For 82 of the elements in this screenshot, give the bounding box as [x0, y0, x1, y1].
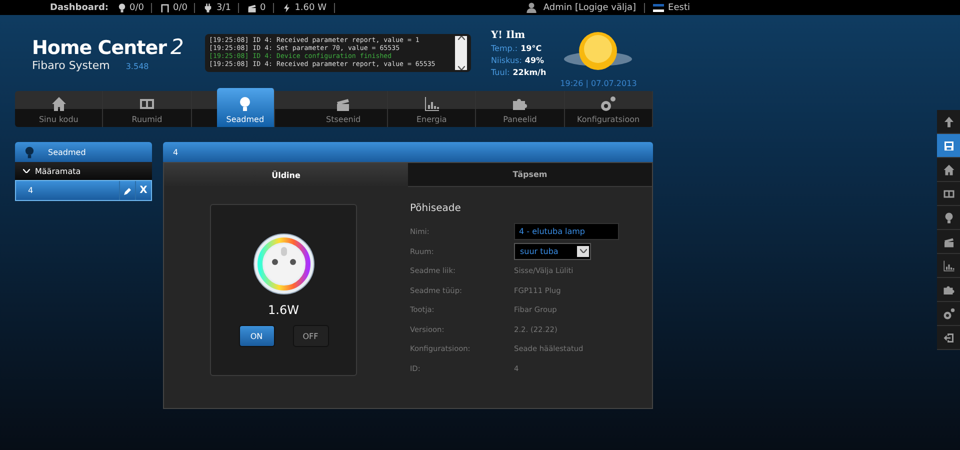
rooms-icon — [138, 96, 155, 112]
nav-tab[interactable]: Ruumid — [103, 91, 192, 127]
scene-icon — [942, 236, 954, 248]
home-icon — [942, 164, 954, 176]
name-field[interactable]: 4 - elutuba lamp — [514, 223, 619, 240]
weather-value: 19°C — [520, 44, 542, 52]
puzzle-icon — [512, 96, 528, 112]
weather-label: Niiskus: — [491, 56, 522, 64]
log-scrollbar[interactable] — [455, 36, 467, 70]
user-icon — [526, 2, 538, 13]
nav-tab[interactable]: Konfiguratsioon — [564, 91, 653, 127]
pencil-icon — [124, 186, 132, 194]
toolbar-button[interactable] — [937, 134, 960, 158]
weather-datetime: 19:26 | 07.07.2013 — [560, 78, 637, 88]
gears-icon — [942, 308, 954, 320]
blind-icon — [160, 2, 170, 12]
bulb-icon — [116, 2, 126, 12]
bolt-icon — [282, 2, 292, 12]
device-label: 4 — [27, 186, 34, 195]
home-icon — [50, 96, 67, 112]
wall-plug-drawing — [252, 231, 314, 297]
chevron-down-icon — [458, 66, 464, 70]
scene-icon — [335, 96, 352, 112]
nav-tab[interactable]: Seadmed — [216, 88, 275, 127]
version-text: 3.548 — [126, 62, 149, 70]
logo-subtitle: Fibaro System — [32, 58, 110, 72]
puzzle-icon — [942, 284, 954, 296]
weather-value: 49% — [524, 56, 544, 64]
stat-value: 0 — [260, 2, 266, 12]
delete-button[interactable]: X — [135, 181, 151, 200]
chevron-down-icon — [23, 169, 30, 173]
stat-value: 1.60 W — [294, 2, 326, 12]
power-reading: 1.6W — [268, 303, 299, 317]
room-dropdown[interactable]: suur tuba — [514, 242, 591, 260]
toolbar-button[interactable] — [937, 254, 960, 278]
plug-icon — [203, 2, 214, 12]
bulb-icon — [23, 146, 36, 158]
toolbar-button[interactable] — [937, 206, 960, 230]
toolbar-button[interactable] — [937, 302, 960, 326]
flag-icon — [653, 4, 664, 12]
logo-number: 2 — [170, 34, 184, 58]
toolbar-button[interactable] — [937, 110, 960, 134]
bulb-icon — [942, 212, 954, 224]
chart-icon — [942, 260, 954, 272]
nav-tab[interactable]: Stseenid — [300, 91, 388, 127]
toolbar-button[interactable] — [937, 158, 960, 182]
save-icon — [942, 140, 954, 152]
panel-title: 4 — [173, 148, 178, 156]
user-link[interactable]: Admin [Logige välja] — [543, 2, 636, 12]
exit-icon — [942, 332, 954, 344]
switch-button[interactable]: ON — [238, 325, 274, 347]
nav-tab[interactable]: Paneelid — [476, 91, 565, 127]
stat-value: 0/0 — [172, 2, 188, 12]
weather-label: Temp.: — [491, 44, 518, 52]
group-header[interactable]: Määramata — [15, 162, 152, 180]
gears-icon — [600, 96, 616, 112]
toolbar-button[interactable] — [937, 182, 960, 206]
toolbar-button[interactable] — [937, 230, 960, 254]
scene-icon — [246, 2, 257, 12]
stat-value: 3/1 — [216, 2, 231, 12]
chevron-up-icon — [458, 36, 464, 40]
weather-value: 22km/h — [512, 68, 546, 76]
language-link[interactable]: Eesti — [668, 2, 690, 12]
caret-icon — [577, 246, 589, 257]
panel-tab[interactable]: Täpsem — [408, 163, 652, 187]
nav-tab[interactable]: Energia — [388, 91, 476, 127]
device-list-item[interactable]: 4 X — [15, 180, 152, 201]
toolbar-button[interactable] — [937, 326, 960, 350]
stat-value: 0/0 — [130, 2, 144, 12]
nav-tab[interactable]: Sinu kodu — [15, 91, 104, 127]
weather-label: Tuul: — [491, 68, 510, 76]
rooms-icon — [942, 188, 954, 200]
weather-brand-logo: Y! — [491, 30, 503, 40]
section-title: Põhiseade — [410, 203, 462, 214]
logo-title: Home Center — [32, 36, 166, 58]
chart-icon — [424, 96, 440, 112]
toolbar-button[interactable] — [937, 278, 960, 302]
sidebar-title: Seadmed — [48, 148, 86, 156]
dashboard-label: Dashboard: — [50, 2, 108, 12]
weather-title: Ilm — [506, 30, 526, 40]
up-icon — [942, 116, 954, 128]
switch-button[interactable]: OFF — [292, 325, 328, 347]
